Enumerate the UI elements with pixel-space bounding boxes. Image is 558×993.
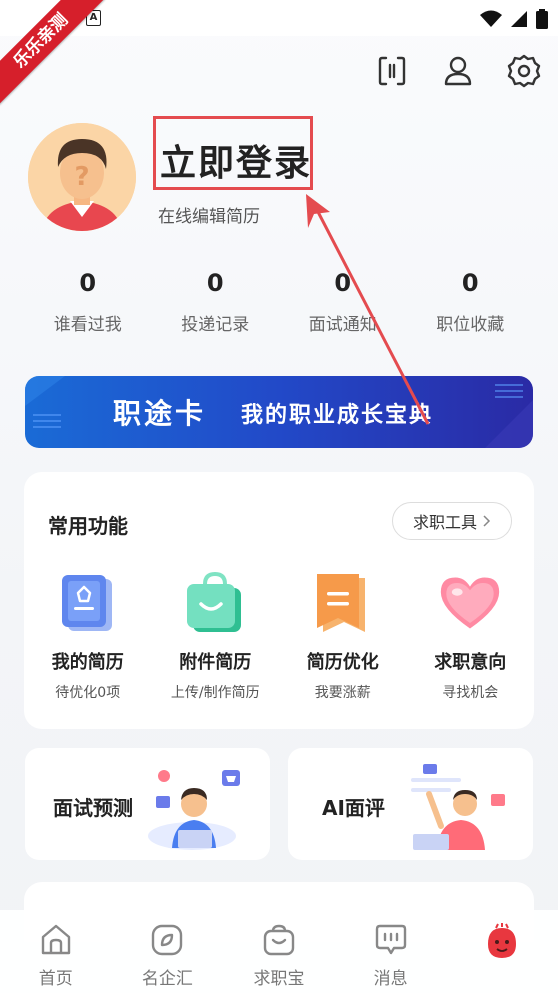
battery-icon — [536, 9, 548, 29]
function-job-intention[interactable]: 求职意向 寻找机会 — [407, 572, 535, 702]
stats-row: 0 谁看过我 0 投递记录 0 面试通知 0 职位收藏 — [24, 266, 534, 335]
function-label: 求职意向 — [434, 652, 507, 673]
stat-applications[interactable]: 0 投递记录 — [152, 266, 280, 335]
stat-label: 谁看过我 — [53, 315, 122, 335]
nav-companies[interactable]: 名企汇 — [112, 910, 224, 993]
status-icons — [480, 8, 548, 30]
bag-icon — [261, 922, 297, 958]
wifi-icon — [480, 10, 502, 27]
interview-predict-card[interactable]: 面试预测 — [25, 748, 270, 860]
user-icon — [444, 56, 472, 86]
mascot-icon — [482, 922, 522, 962]
heart-icon — [439, 572, 501, 634]
nav-job-treasure[interactable]: 求职宝 — [223, 910, 335, 993]
nav-label: 首页 — [38, 969, 73, 989]
nav-label: 消息 — [373, 969, 408, 989]
stat-value: 0 — [79, 269, 97, 297]
function-sub: 我要涨薪 — [314, 685, 371, 701]
job-tools-label: 求职工具 — [412, 513, 477, 532]
bottom-navigation: 首页 名企汇 求职宝 消息 — [0, 910, 558, 993]
interview-illustration — [148, 770, 240, 850]
function-grid: 我的简历 待优化0项 附件简历 上传/制作简历 简历优化 我要涨薪 求职意向 寻… — [24, 572, 534, 702]
function-my-resume[interactable]: 我的简历 待优化0项 — [24, 572, 152, 702]
interview-predict-label: 面试预测 — [53, 796, 133, 820]
stat-label: 职位收藏 — [436, 315, 505, 335]
function-attachment-resume[interactable]: 附件简历 上传/制作简历 — [152, 572, 280, 702]
function-resume-optimize[interactable]: 简历优化 我要涨薪 — [279, 572, 407, 702]
default-avatar-illustration: ? — [28, 123, 136, 231]
stat-interview-notices[interactable]: 0 面试通知 — [279, 266, 407, 335]
signal-icon — [511, 11, 527, 27]
career-card-banner[interactable]: 职途卡 我的职业成长宝典 — [25, 376, 533, 448]
message-icon — [373, 922, 409, 958]
resume-icon — [57, 572, 119, 634]
stat-label: 投递记录 — [181, 315, 250, 335]
stat-value: 0 — [461, 269, 479, 297]
stat-value: 0 — [206, 269, 224, 297]
top-actions — [374, 52, 542, 90]
chevron-right-icon — [483, 515, 491, 527]
stat-viewed-me[interactable]: 0 谁看过我 — [24, 266, 152, 335]
function-label: 我的简历 — [51, 652, 124, 673]
avatar[interactable]: ? — [28, 123, 136, 231]
stat-saved-jobs[interactable]: 0 职位收藏 — [407, 266, 535, 335]
attachment-bag-icon — [184, 572, 246, 634]
optimize-bookmark-icon — [312, 572, 374, 634]
ai-review-label: AI面评 — [322, 796, 385, 820]
nav-mascot[interactable] — [446, 910, 558, 993]
scan-button[interactable] — [374, 52, 410, 90]
career-card-slogan: 我的职业成长宝典 — [241, 403, 434, 428]
profile-button[interactable] — [440, 52, 476, 90]
annotation-highlight-box — [153, 116, 313, 190]
section-title: 常用功能 — [48, 514, 128, 538]
nav-label: 名企汇 — [141, 969, 193, 989]
function-sub: 待优化0项 — [55, 685, 121, 701]
ai-review-illustration — [411, 764, 505, 850]
job-tools-button[interactable]: 求职工具 — [392, 502, 512, 540]
gear-icon — [507, 54, 541, 88]
svg-text:?: ? — [74, 162, 89, 192]
compass-icon — [149, 922, 185, 958]
home-icon — [38, 922, 74, 958]
stat-value: 0 — [334, 269, 352, 297]
stat-label: 面试通知 — [308, 315, 377, 335]
nav-label: 求职宝 — [253, 969, 305, 989]
function-label: 附件简历 — [179, 652, 252, 673]
common-functions-card: 常用功能 求职工具 我的简历 待优化0项 附件简历 上传/制作简历 简历优化 我… — [24, 472, 534, 729]
career-card-title: 职途卡 — [113, 397, 207, 430]
function-sub: 寻找机会 — [442, 685, 499, 701]
function-sub: 上传/制作简历 — [170, 685, 260, 701]
edit-resume-link[interactable]: 在线编辑简历 — [158, 202, 260, 227]
nav-home[interactable]: 首页 — [0, 910, 112, 993]
settings-button[interactable] — [506, 52, 542, 90]
nav-messages[interactable]: 消息 — [335, 910, 447, 993]
function-label: 简历优化 — [306, 652, 379, 673]
ai-review-card[interactable]: AI面评 — [288, 748, 533, 860]
scan-icon — [378, 56, 406, 86]
